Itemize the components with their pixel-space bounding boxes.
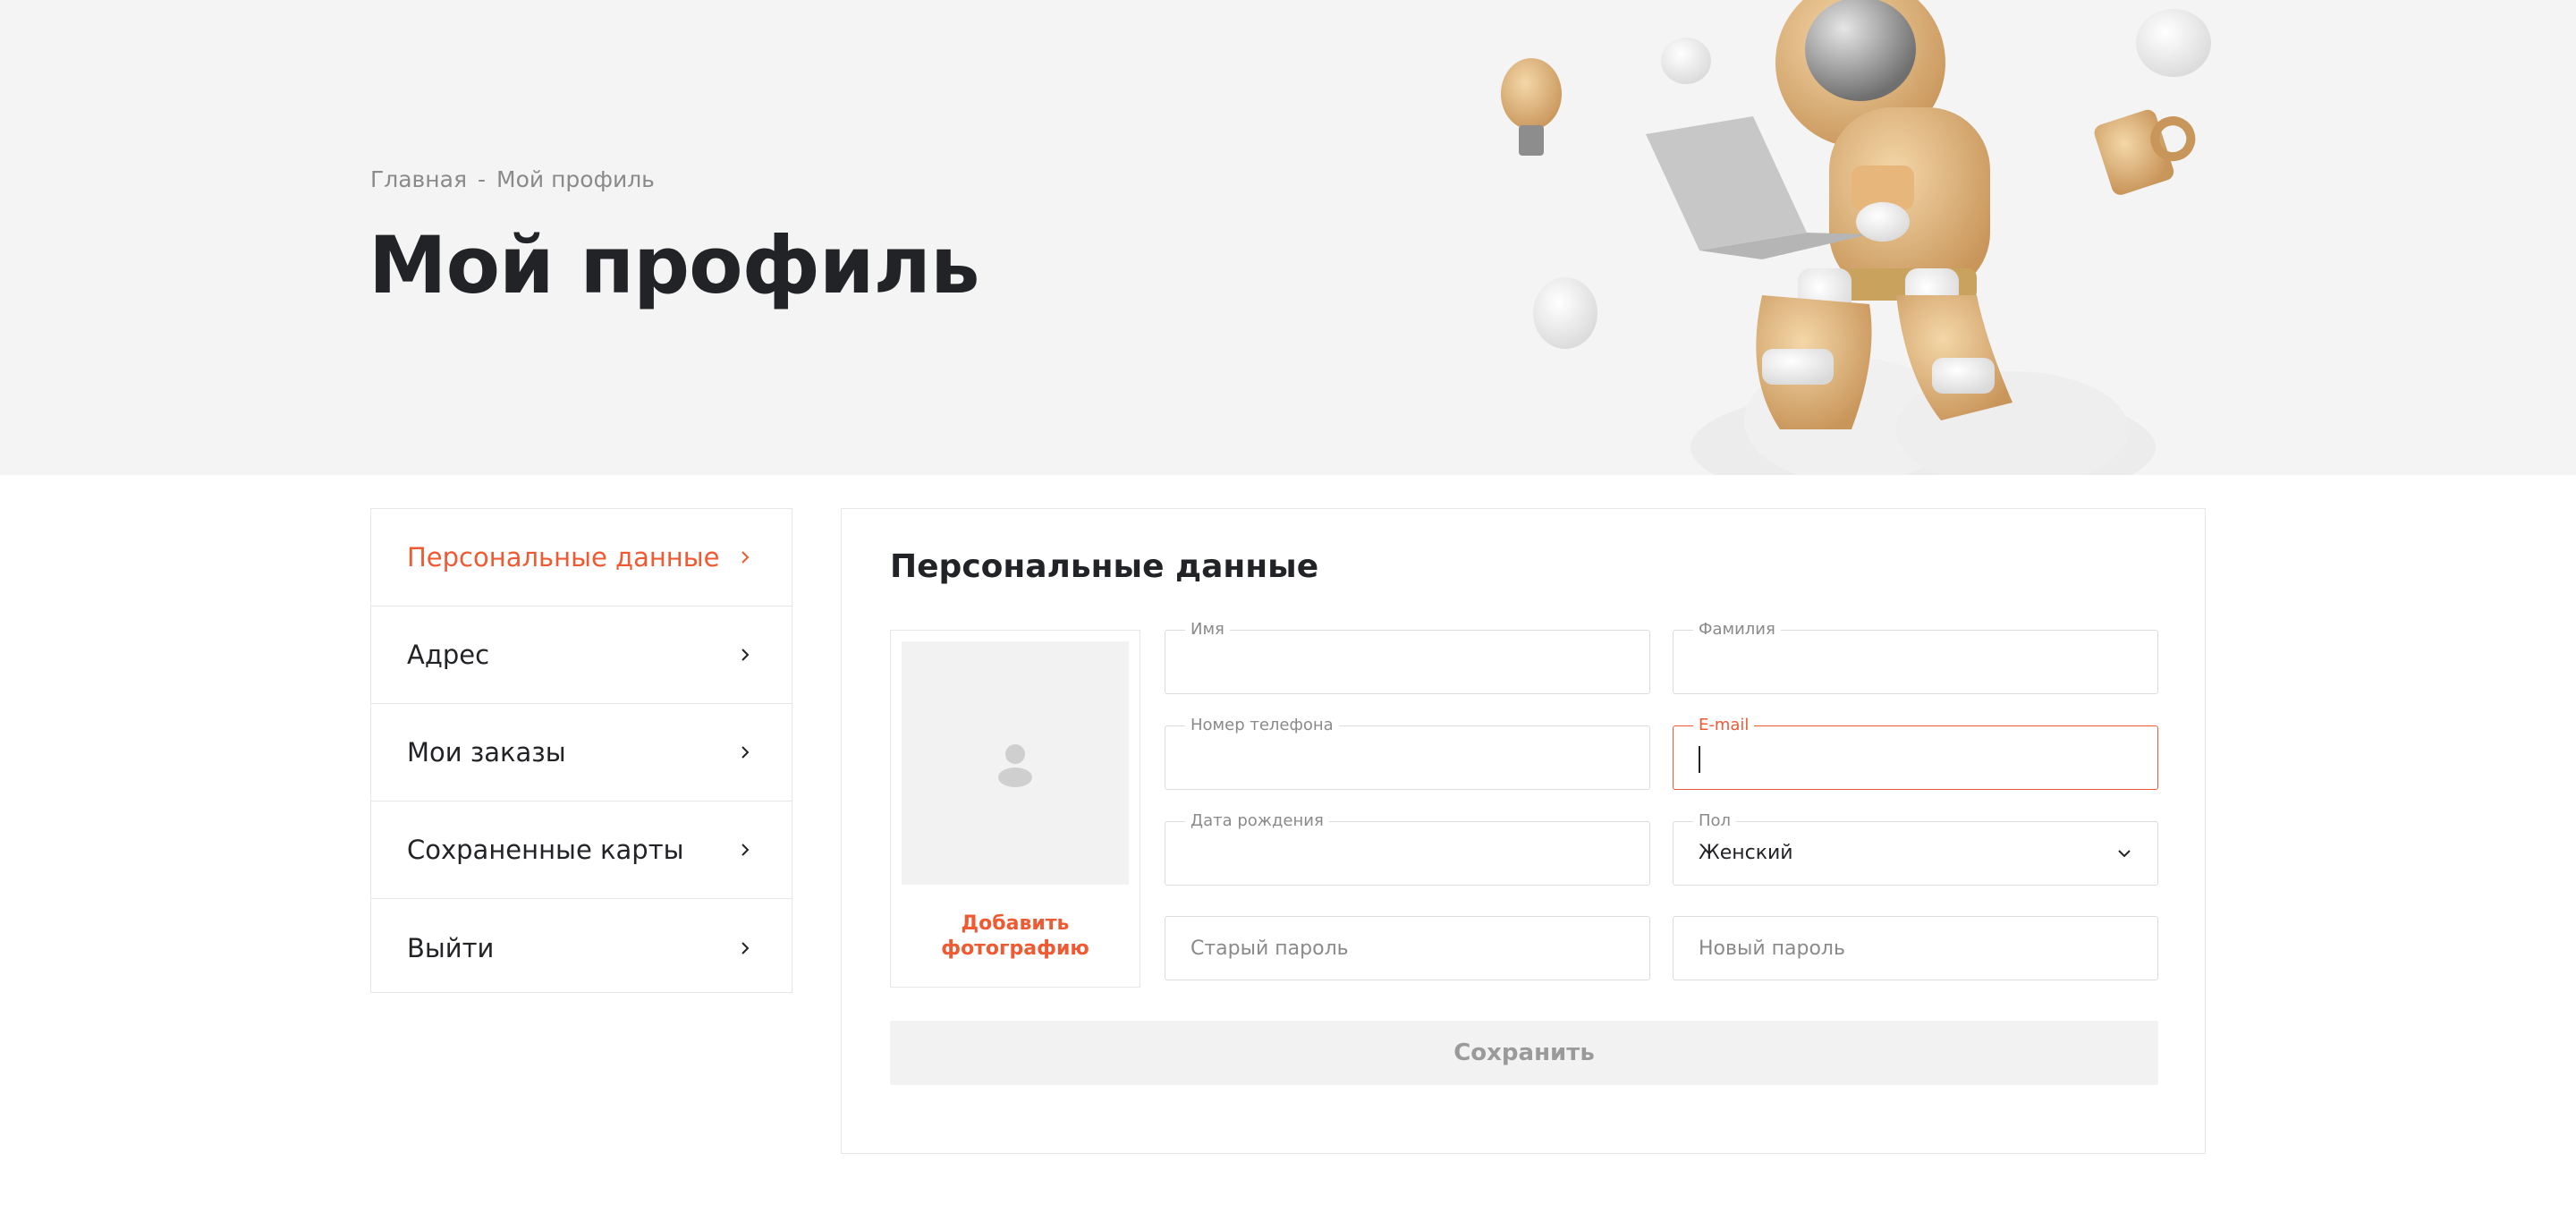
breadcrumb: Главная - Мой профиль [370,166,655,192]
last-name-input[interactable] [1674,631,2157,693]
mug-icon [2094,109,2196,195]
new-password-field [1673,916,2158,980]
add-photo-button[interactable]: Добавить фотографию [891,912,1140,962]
chevron-right-icon [741,551,750,564]
form-title: Персональные данные [890,548,1319,585]
first-name-input[interactable] [1165,631,1649,693]
photo-placeholder[interactable] [902,641,1129,885]
page-title: Мой профиль [369,219,980,311]
personal-data-form: Персональные данные Добавить фотографию … [841,508,2206,1154]
phone-input[interactable] [1165,726,1649,789]
sidebar-item-label: Персональные данные [407,542,720,573]
photo-upload: Добавить фотографию [890,630,1140,988]
phone-field: Номер телефона [1165,717,1650,790]
profile-sidebar: Персональные данные Адрес Мои заказы Сох… [370,508,792,993]
gender-select[interactable]: Пол Женский [1673,812,2158,886]
chevron-right-icon [741,746,750,759]
birth-date-input[interactable] [1165,822,1649,885]
sidebar-item-address[interactable]: Адрес [371,606,792,704]
hero-banner: Главная - Мой профиль Мой профиль [0,0,2576,475]
sidebar-item-personal-data[interactable]: Персональные данные [371,509,792,606]
breadcrumb-separator: - [477,166,487,192]
sidebar-item-label: Адрес [407,640,490,670]
email-field: E-mail [1673,717,2158,790]
old-password-field [1165,916,1650,980]
chevron-right-icon [741,844,750,856]
old-password-input[interactable] [1165,917,1649,980]
light-bulb-icon [1501,58,1562,156]
new-password-input[interactable] [1674,917,2157,980]
chevron-right-icon [741,649,750,661]
sidebar-item-logout[interactable]: Выйти [371,899,792,997]
sidebar-item-label: Выйти [407,932,495,963]
breadcrumb-current: Мой профиль [496,166,655,192]
email-input[interactable] [1674,726,2157,789]
last-name-field: Фамилия [1673,621,2158,694]
astronaut-illustration [1501,0,2211,475]
sidebar-item-orders[interactable]: Мои заказы [371,704,792,802]
sidebar-item-label: Мои заказы [407,737,566,768]
user-avatar-icon [998,744,1032,787]
sidebar-item-saved-cards[interactable]: Сохраненные карты [371,802,792,899]
sidebar-item-label: Сохраненные карты [407,835,684,865]
birth-date-field: Дата рождения [1165,812,1650,886]
chevron-down-icon [2118,850,2131,858]
breadcrumb-home[interactable]: Главная [370,166,467,192]
first-name-field: Имя [1165,621,1650,694]
gender-value: Женский [1699,842,1793,864]
text-cursor [1699,746,1700,773]
chevron-right-icon [741,941,750,954]
save-button[interactable]: Сохранить [890,1021,2158,1085]
